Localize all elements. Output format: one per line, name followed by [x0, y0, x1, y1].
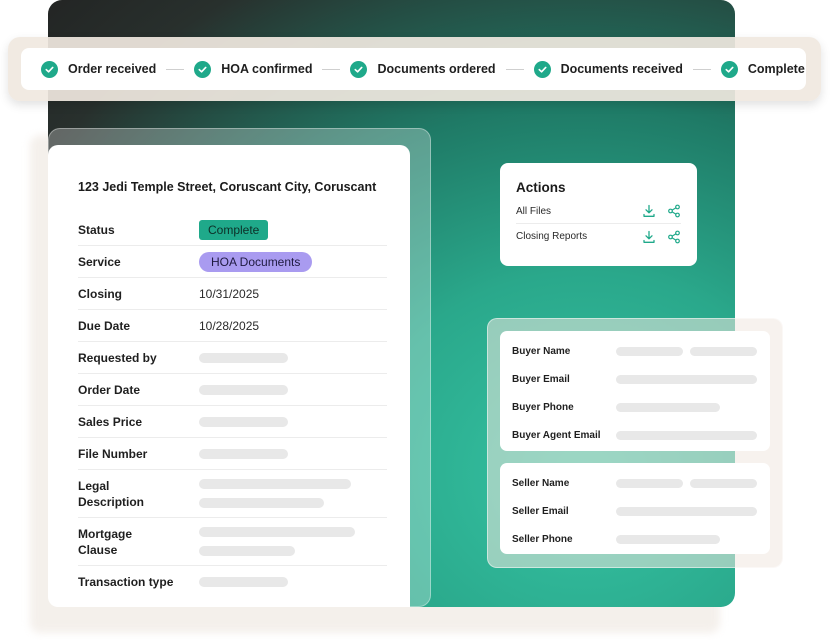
detail-label: Closing — [78, 286, 122, 301]
download-icon[interactable] — [642, 204, 656, 218]
buyer-phone-row: Buyer Phone — [512, 393, 758, 421]
detail-label: Due Date — [78, 318, 131, 333]
placeholder-bar — [199, 448, 288, 459]
check-icon — [194, 60, 212, 78]
placeholder-bar — [616, 374, 757, 384]
step-label: Order received — [68, 62, 157, 76]
detail-label: Status — [78, 222, 115, 237]
action-label: Closing Reports — [516, 231, 588, 242]
order-details-card: 123 Jedi Temple Street, Coruscant City, … — [48, 145, 410, 607]
step-connector — [322, 68, 341, 70]
contact-label: Seller Phone — [512, 533, 573, 545]
action-row-all-files: All Files — [516, 199, 681, 224]
step-documents-received: Documents received — [533, 60, 683, 78]
check-icon — [720, 60, 738, 78]
buyer-email-row: Buyer Email — [512, 365, 758, 393]
seller-email-row: Seller Email — [512, 497, 758, 525]
buyer-name-row: Buyer Name — [512, 337, 758, 365]
actions-card: Actions All Files Closing Reports — [500, 163, 697, 266]
share-icon[interactable] — [667, 204, 681, 218]
detail-row-transaction-type: Transaction type — [78, 566, 387, 598]
placeholder-bar — [616, 346, 683, 356]
check-icon — [41, 60, 58, 78]
progress-tracker: Order received HOA confirmed Documents o… — [21, 48, 806, 90]
step-complete: Complete — [720, 60, 805, 78]
buyer-agent-email-row: Buyer Agent Email — [512, 421, 758, 449]
placeholder-bar — [616, 430, 757, 440]
detail-row-file-number: File Number — [78, 438, 387, 470]
step-connector — [166, 68, 185, 70]
step-label: Documents ordered — [377, 62, 496, 76]
placeholder-bar — [199, 479, 351, 489]
check-icon — [533, 60, 551, 78]
seller-name-row: Seller Name — [512, 469, 758, 497]
step-hoa-confirmed: HOA confirmed — [194, 60, 313, 78]
closing-date: 10/31/2025 — [199, 286, 260, 301]
step-documents-ordered: Documents ordered — [350, 60, 496, 78]
step-label: Documents received — [560, 62, 683, 76]
detail-row-status: Status Complete — [78, 214, 387, 246]
due-date: 10/28/2025 — [199, 318, 260, 333]
placeholder-bar — [199, 546, 295, 556]
contact-label: Buyer Name — [512, 345, 571, 357]
detail-label: Order Date — [78, 382, 141, 397]
download-icon[interactable] — [642, 230, 656, 244]
detail-row-sales-price: Sales Price — [78, 406, 387, 438]
actions-title: Actions — [516, 180, 566, 195]
detail-label: Mortgage Clause — [78, 526, 132, 557]
placeholder-bar — [616, 534, 720, 544]
detail-label: Service — [78, 254, 121, 269]
seller-phone-row: Seller Phone — [512, 525, 758, 553]
share-icon[interactable] — [667, 230, 681, 244]
placeholder-bar — [199, 527, 355, 537]
placeholder-bar — [199, 352, 288, 363]
detail-row-mortgage-clause: Mortgage Clause — [78, 518, 387, 566]
detail-row-service: Service HOA Documents — [78, 246, 387, 278]
action-row-closing-reports: Closing Reports — [516, 224, 681, 249]
detail-label: Requested by — [78, 350, 157, 365]
contact-label: Buyer Email — [512, 373, 570, 385]
step-connector — [505, 68, 524, 70]
contact-label: Buyer Agent Email — [512, 429, 601, 441]
contact-label: Buyer Phone — [512, 401, 574, 413]
placeholder-bar — [199, 416, 288, 427]
contact-label: Seller Name — [512, 477, 570, 489]
detail-label: Legal Description — [78, 478, 145, 509]
seller-card: Seller Name Seller Email Seller Phone — [500, 463, 770, 554]
step-order-received: Order received — [41, 60, 157, 78]
order-details-list: Status Complete Service HOA Documents Cl… — [78, 214, 387, 598]
placeholder-bar — [690, 478, 757, 488]
detail-row-due-date: Due Date 10/28/2025 — [78, 310, 387, 342]
check-icon — [350, 60, 368, 78]
placeholder-bar — [616, 478, 683, 488]
placeholder-bar — [199, 384, 288, 395]
contact-label: Seller Email — [512, 505, 569, 517]
detail-row-order-date: Order Date — [78, 374, 387, 406]
step-label: Complete — [747, 62, 805, 76]
detail-label: Transaction type — [78, 575, 174, 589]
step-connector — [692, 68, 711, 70]
placeholder-bar — [616, 506, 757, 516]
placeholder-bar — [616, 402, 720, 412]
status-badge: Complete — [199, 219, 269, 240]
buyer-card: Buyer Name Buyer Email Buyer Phone Buyer… — [500, 331, 770, 451]
step-label: HOA confirmed — [221, 62, 313, 76]
placeholder-bar — [199, 498, 324, 508]
detail-row-legal-description: Legal Description — [78, 470, 387, 518]
detail-label: Sales Price — [78, 414, 143, 429]
action-label: All Files — [516, 205, 552, 217]
detail-label: File Number — [78, 446, 148, 461]
service-badge: HOA Documents — [199, 251, 313, 272]
detail-row-closing: Closing 10/31/2025 — [78, 278, 387, 310]
placeholder-bar — [199, 577, 288, 587]
detail-row-requested-by: Requested by — [78, 342, 387, 374]
placeholder-bar — [690, 346, 757, 356]
property-address: 123 Jedi Temple Street, Coruscant City, … — [78, 180, 377, 194]
